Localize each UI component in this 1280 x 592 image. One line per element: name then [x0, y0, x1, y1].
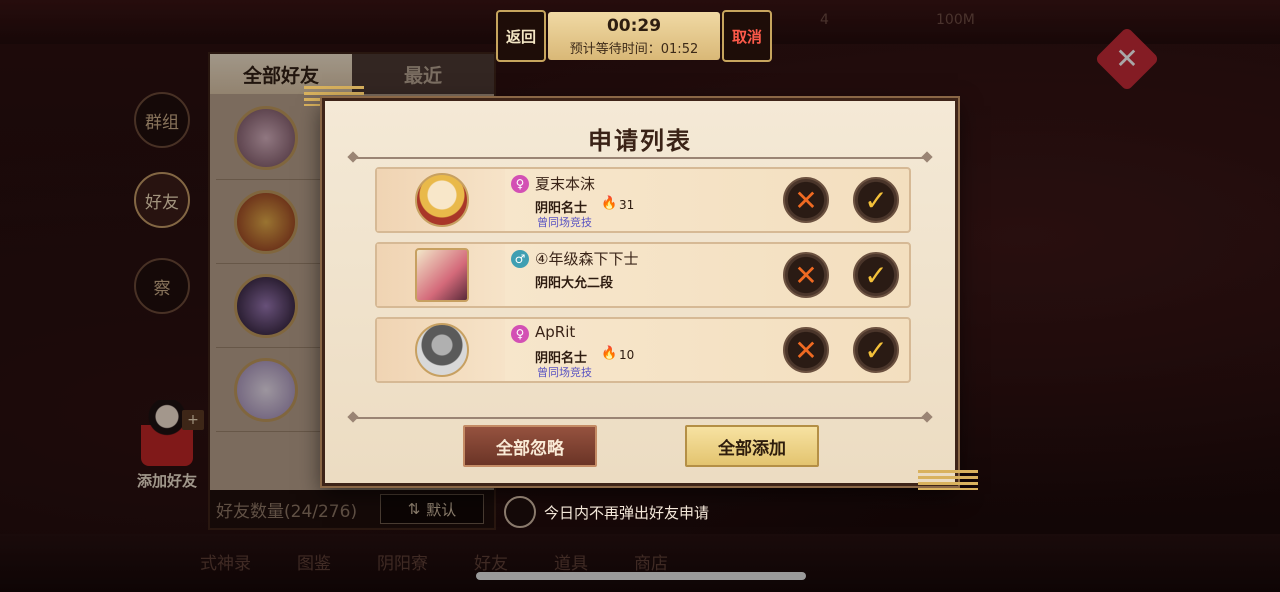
- accept-button[interactable]: ✓: [853, 177, 899, 223]
- request-note: 曾同场竞技: [537, 216, 592, 229]
- modal-title: 申请列表: [588, 126, 692, 155]
- no-popup-checkbox[interactable]: [504, 496, 536, 528]
- add-all-button[interactable]: 全部添加: [685, 425, 819, 467]
- request-rank: 阴阳大允二段: [535, 276, 614, 291]
- request-note: 曾同场竞技: [537, 366, 592, 379]
- reject-button[interactable]: ✕: [783, 252, 829, 298]
- no-popup-label: 今日内不再弹出好友申请: [544, 503, 710, 522]
- request-avatar[interactable]: [415, 248, 469, 302]
- flame-icon: 🔥: [601, 346, 618, 361]
- male-gender-icon: ♂: [511, 250, 529, 268]
- request-name: ApRit: [535, 323, 576, 341]
- request-avatar[interactable]: [415, 173, 469, 227]
- divider: [353, 157, 927, 159]
- request-name: 夏末本沫: [535, 175, 596, 193]
- matchmaking-cancel-button[interactable]: 取消: [722, 10, 772, 62]
- corner-ornament: [918, 470, 978, 490]
- request-score: 10: [619, 348, 635, 362]
- ignore-all-button[interactable]: 全部忽略: [463, 425, 597, 467]
- request-row: ♂ ④年级森下下士 阴阳大允二段 ✕ ✓: [375, 242, 911, 308]
- female-gender-icon: ♀: [511, 325, 529, 343]
- matchmaking-back-button[interactable]: 返回: [496, 10, 546, 62]
- matchmaking-bar: 返回 00:29 预计等待时间：01:52 取消: [496, 10, 772, 62]
- request-row: ♀ ApRit 阴阳名士 🔥 10 曾同场竞技 ✕ ✓: [375, 317, 911, 383]
- reject-button[interactable]: ✕: [783, 327, 829, 373]
- accept-button[interactable]: ✓: [853, 327, 899, 373]
- reject-icon: ✕: [794, 333, 818, 367]
- reject-icon: ✕: [794, 258, 818, 292]
- matchmaking-timer: 00:29: [606, 16, 662, 36]
- home-indicator[interactable]: [476, 572, 806, 580]
- reject-icon: ✕: [794, 183, 818, 217]
- accept-icon: ✓: [864, 258, 888, 292]
- flame-icon: 🔥: [601, 196, 618, 211]
- accept-icon: ✓: [864, 183, 888, 217]
- request-list-modal: 申请列表 ♀ 夏末本沫 阴阳名士 🔥 31 曾同场竞技 ✕ ✓ ♂ ④年级森下下…: [322, 98, 958, 486]
- no-popup-toggle[interactable]: 今日内不再弹出好友申请: [504, 496, 709, 528]
- reject-button[interactable]: ✕: [783, 177, 829, 223]
- divider: [353, 417, 927, 419]
- female-gender-icon: ♀: [511, 175, 529, 193]
- accept-icon: ✓: [864, 333, 888, 367]
- request-row: ♀ 夏末本沫 阴阳名士 🔥 31 曾同场竞技 ✕ ✓: [375, 167, 911, 233]
- request-name: ④年级森下下士: [535, 250, 639, 268]
- estimated-wait: 预计等待时间：01:52: [569, 42, 699, 57]
- accept-button[interactable]: ✓: [853, 252, 899, 298]
- matchmaking-timer-panel: 00:29 预计等待时间：01:52: [548, 12, 720, 60]
- request-avatar[interactable]: [415, 323, 469, 377]
- request-score: 31: [619, 198, 635, 212]
